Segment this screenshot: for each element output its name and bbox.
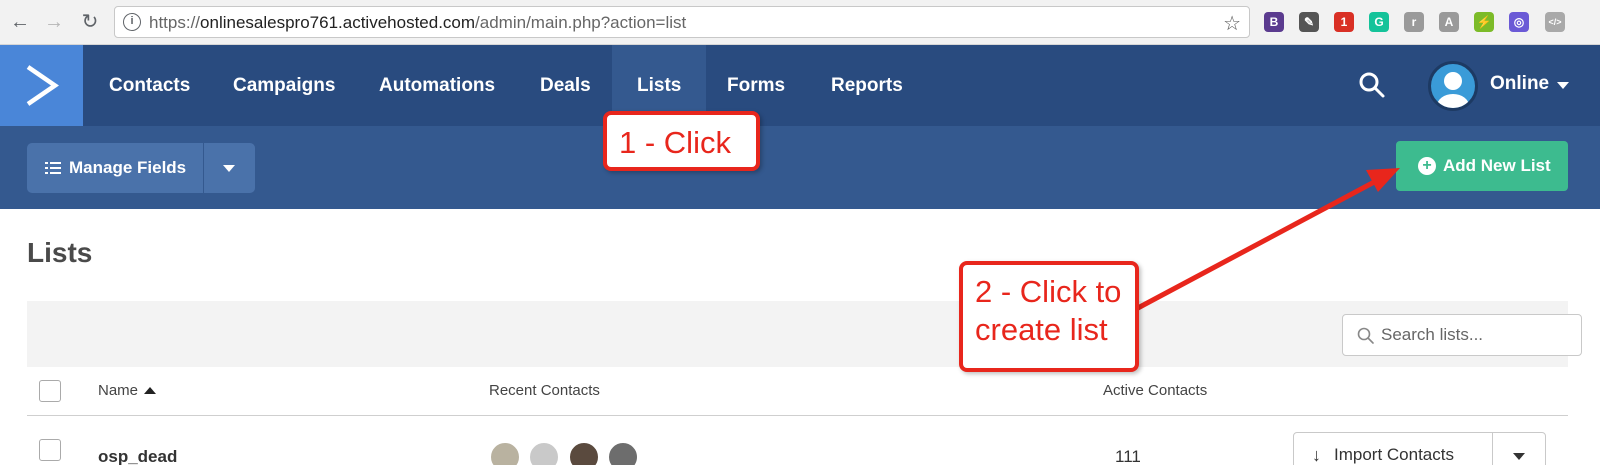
annotation-arrow <box>1134 168 1400 312</box>
annotation-callout-step-1: 1 - Click <box>603 111 760 171</box>
annotation-callout-step-2: 2 - Click to create list <box>959 261 1139 372</box>
